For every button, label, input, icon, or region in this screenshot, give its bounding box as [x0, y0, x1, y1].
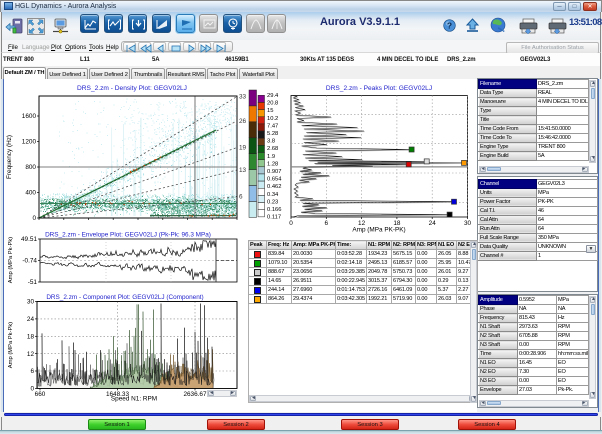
svg-text:0.654: 0.654 [267, 177, 282, 183]
svg-text:Amp (MPa Pk-Pk): Amp (MPa Pk-Pk) [8, 322, 14, 368]
svg-text:6: 6 [30, 368, 34, 375]
svg-text:-0.74: -0.74 [22, 258, 37, 265]
svg-text:6: 6 [325, 220, 329, 227]
svg-text:DRS_2.zm - Density Plot: GEGV0: DRS_2.zm - Density Plot: GEGV02LJ [77, 85, 187, 92]
svg-text:5.28: 5.28 [267, 131, 278, 137]
svg-text:18: 18 [27, 334, 35, 341]
svg-text:30: 30 [27, 299, 35, 306]
svg-text:0: 0 [32, 215, 36, 222]
svg-text:Frequency (Hz): Frequency (Hz) [6, 135, 13, 179]
svg-text:DRS_2.zm - Envelope Plot: GE: DRS_2.zm - Envelope Plot: GEGV02LJ (Pk-P… [45, 232, 211, 239]
svg-text:DRS_2.zm - Peaks Plot: GEGV0: DRS_2.zm - Peaks Plot: GEGV02LJ [326, 85, 432, 92]
svg-text:Amp (MPa Pk-Pk): Amp (MPa Pk-Pk) [8, 237, 14, 283]
svg-text:0.166: 0.166 [267, 207, 282, 213]
svg-text:20.8: 20.8 [267, 101, 278, 107]
svg-text:?: ? [447, 21, 452, 31]
svg-text:33: 33 [239, 94, 247, 101]
svg-text:0.117: 0.117 [267, 215, 281, 221]
svg-text:6: 6 [239, 194, 243, 201]
svg-text:29.4: 29.4 [267, 93, 279, 99]
svg-text:1200: 1200 [22, 139, 37, 146]
svg-text:0.462: 0.462 [267, 184, 282, 190]
svg-text:24: 24 [27, 316, 35, 323]
svg-text:10.2: 10.2 [267, 116, 278, 122]
svg-text:-51: -51 [28, 279, 38, 286]
svg-text:2636.67: 2636.67 [183, 391, 207, 398]
svg-text:49.51: 49.51 [21, 236, 37, 243]
svg-text:0.23: 0.23 [267, 199, 278, 205]
svg-text:660: 660 [35, 391, 46, 398]
svg-text:Amp (MPa PK-PK): Amp (MPa PK-PK) [352, 227, 405, 234]
svg-text:Speed N1: RPM: Speed N1: RPM [111, 396, 157, 403]
svg-text:0.907: 0.907 [267, 169, 282, 175]
svg-text:800: 800 [25, 164, 36, 171]
svg-text:19: 19 [239, 145, 247, 152]
svg-text:30: 30 [464, 220, 472, 227]
svg-text:0: 0 [289, 220, 293, 227]
svg-text:1600: 1600 [22, 113, 37, 120]
svg-text:7.47: 7.47 [267, 123, 278, 129]
svg-text:0.34: 0.34 [267, 192, 279, 198]
svg-text:3.8: 3.8 [267, 139, 275, 145]
svg-text:1.9: 1.9 [267, 154, 275, 160]
svg-text:13: 13 [239, 167, 247, 174]
svg-text:15: 15 [267, 108, 273, 114]
svg-text:1.28: 1.28 [267, 161, 278, 167]
svg-text:400: 400 [25, 190, 36, 197]
svg-text:24: 24 [429, 220, 437, 227]
svg-text:2.68: 2.68 [267, 146, 278, 152]
svg-text:DRS_2.zm - Component Plot: GEG: DRS_2.zm - Component Plot: GEGV02LJ (Com… [46, 294, 203, 301]
svg-text:26: 26 [239, 118, 247, 125]
svg-text:12: 12 [27, 351, 35, 358]
